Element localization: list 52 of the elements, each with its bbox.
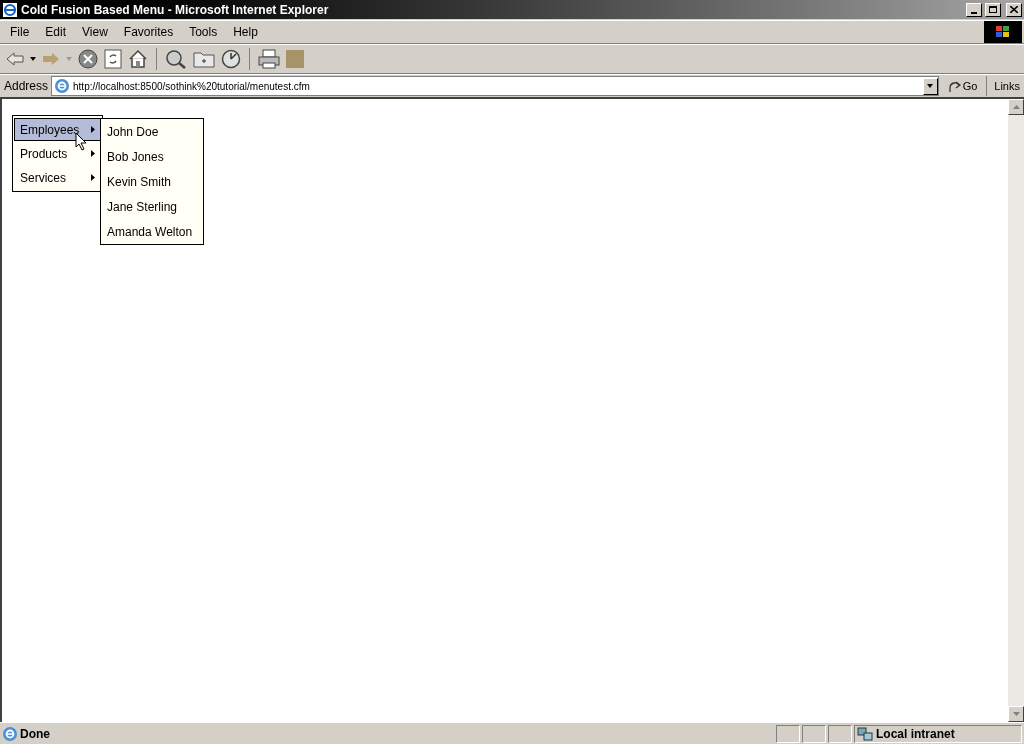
- status-panel: [828, 724, 852, 743]
- submenu-arrow-icon: [91, 150, 95, 157]
- menu-option[interactable]: Employees: [14, 118, 101, 141]
- submenu-option[interactable]: Jane Sterling: [101, 194, 203, 219]
- menu-option[interactable]: Services: [14, 166, 101, 189]
- vertical-scrollbar[interactable]: [1008, 99, 1024, 722]
- restore-button[interactable]: [985, 2, 1001, 17]
- scroll-up-icon[interactable]: [1012, 105, 1020, 109]
- url-text: http://localhost:8500/sothink%20tutorial/menutest.cfm: [73, 79, 311, 94]
- links-button[interactable]: Links: [990, 77, 1024, 95]
- menu-option[interactable]: Products: [14, 142, 101, 165]
- stop-icon[interactable]: [78, 49, 98, 69]
- network-icon: [857, 726, 873, 741]
- home-icon[interactable]: [128, 49, 148, 69]
- clock-icon[interactable]: [221, 49, 241, 69]
- zone-text: Local intranet: [876, 725, 955, 743]
- go-button[interactable]: Go: [941, 77, 984, 95]
- printer-icon[interactable]: [258, 49, 280, 69]
- status-text: Done: [20, 725, 51, 743]
- page-icon: [54, 78, 71, 94]
- close-button[interactable]: [1006, 2, 1022, 17]
- dropdown-button[interactable]: [922, 77, 938, 95]
- scroll-down-icon[interactable]: [1012, 712, 1020, 716]
- minimize-button[interactable]: [966, 2, 982, 17]
- menu-item[interactable]: Favorites: [115, 21, 182, 43]
- close-icon: [1010, 6, 1018, 13]
- back-arrow-icon[interactable]: [6, 52, 24, 66]
- browser-icon: [2, 1, 18, 18]
- menu-item[interactable]: Help: [225, 21, 266, 43]
- submenu-option[interactable]: Amanda Welton: [101, 219, 203, 244]
- go-arrow-icon: [947, 79, 962, 93]
- window-title: Cold Fusion Based Menu - Microsoft Internet Explorer: [21, 1, 330, 19]
- refresh-icon[interactable]: [104, 49, 122, 69]
- search-icon[interactable]: [165, 49, 187, 69]
- menu-item[interactable]: View: [74, 21, 116, 43]
- submenu-arrow-icon: [91, 126, 95, 133]
- submenu-option[interactable]: Kevin Smith: [101, 169, 203, 194]
- folder-icon[interactable]: [193, 50, 215, 68]
- submenu-option[interactable]: Bob Jones: [101, 144, 203, 169]
- page-icon: [2, 725, 18, 742]
- submenu-arrow-icon: [91, 174, 95, 181]
- dropdown-caret-icon: [927, 84, 934, 88]
- menu-item[interactable]: Tools: [181, 21, 226, 43]
- status-panel: [776, 724, 800, 743]
- windows-logo: [984, 21, 1022, 43]
- dropdown-caret-icon[interactable]: [30, 57, 36, 61]
- menu-item[interactable]: File: [2, 21, 38, 43]
- status-panel: [802, 724, 826, 743]
- menu-item[interactable]: Edit: [37, 21, 75, 43]
- address-label: Address: [4, 78, 49, 95]
- submenu-option[interactable]: John Doe: [101, 119, 203, 144]
- address-field[interactable]: http://localhost:8500/sothink%20tutorial/menutest.cfm: [51, 76, 939, 96]
